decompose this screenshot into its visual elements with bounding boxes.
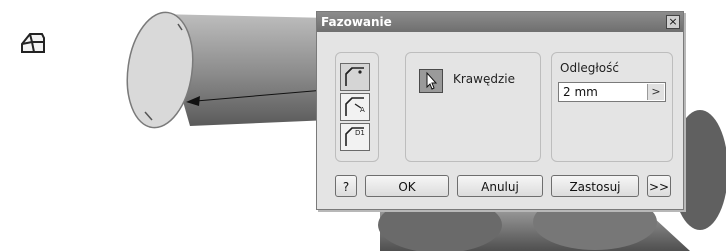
distance-mode-button[interactable] xyxy=(340,63,370,91)
more-options-button[interactable]: >> xyxy=(647,175,671,197)
model-cylinder xyxy=(126,11,330,129)
cursor-arrow-icon xyxy=(426,71,438,90)
distance-angle-chamfer-icon: A xyxy=(345,97,365,116)
edges-group: Krawędzie xyxy=(405,52,541,162)
apply-button[interactable]: Zastosuj xyxy=(551,175,639,197)
dialog-title: Fazowanie xyxy=(321,15,392,29)
svg-text:D1: D1 xyxy=(355,129,365,137)
distance-chamfer-icon xyxy=(345,67,364,86)
close-button[interactable]: × xyxy=(666,15,680,29)
edge-select-button[interactable] xyxy=(419,69,443,93)
dialog-titlebar[interactable]: Fazowanie × xyxy=(317,12,683,32)
chamfer-icon[interactable] xyxy=(21,33,45,53)
svg-text:A: A xyxy=(360,106,365,114)
distance-group: Odległość > xyxy=(551,52,673,162)
two-distances-mode-button[interactable]: D1 xyxy=(340,123,370,151)
distance-input[interactable] xyxy=(559,83,649,101)
edges-label: Krawędzie xyxy=(453,72,515,86)
cancel-button[interactable]: Anuluj xyxy=(457,175,543,197)
distance-flyout-button[interactable]: > xyxy=(647,84,664,100)
distance-field[interactable]: > xyxy=(558,82,666,102)
chamfer-dialog: Fazowanie × A D1 Krawędzie Odległość 2 m… xyxy=(316,11,684,210)
two-distances-chamfer-icon: D1 xyxy=(345,127,365,146)
distance-angle-mode-button[interactable]: A xyxy=(340,93,370,121)
help-button[interactable]: ? xyxy=(335,175,357,197)
ok-button[interactable]: OK xyxy=(365,175,449,197)
mode-group: A D1 xyxy=(335,52,379,162)
distance-label: Odległość xyxy=(560,61,619,75)
